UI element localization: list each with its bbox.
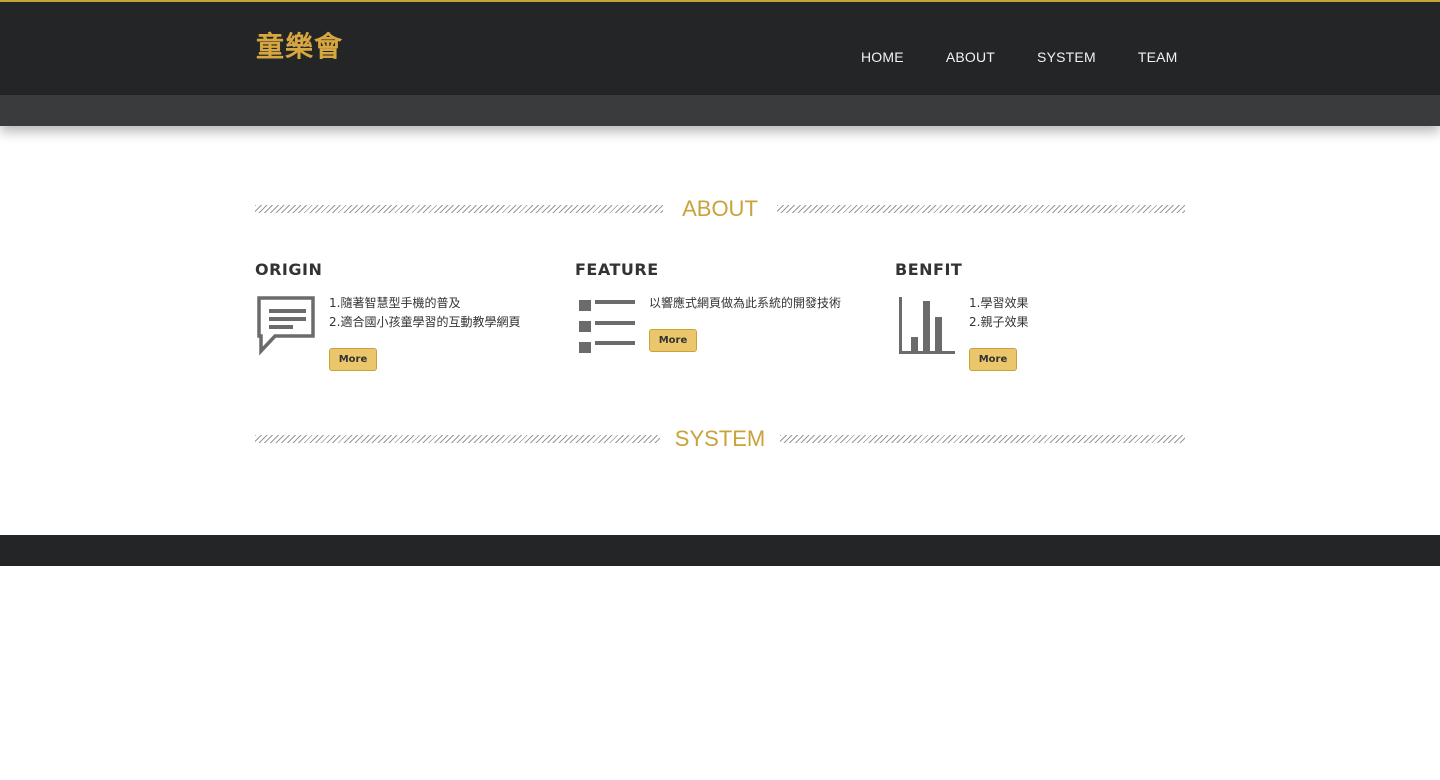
benfit-line-2: 2.親子效果 (969, 315, 1029, 329)
speech-bubble-icon (257, 296, 315, 356)
origin-line-2: 2.適合國小孩童學習的互動教學網頁 (329, 315, 521, 329)
origin-description: 1.隨著智慧型手機的普及 2.適合國小孩童學習的互動教學網頁 (329, 294, 555, 332)
benfit-title: BENFIT (895, 260, 963, 279)
nav-home[interactable]: HOME (861, 49, 904, 65)
about-section-title: ABOUT (682, 196, 758, 221)
main-nav: HOME ABOUT SYSTEM TEAM (861, 49, 1178, 65)
benfit-line-1: 1.學習效果 (969, 296, 1029, 310)
nav-about[interactable]: ABOUT (946, 49, 995, 65)
system-section-heading: SYSTEM (255, 424, 1185, 454)
benfit-more-button[interactable]: More (969, 348, 1017, 371)
origin-column: ORIGIN 1.隨著智慧型手機的普及 2.適合國小孩童學習的互動教學網頁 Mo… (255, 260, 555, 371)
site-logo[interactable]: 童樂會 (256, 30, 343, 64)
system-section-title: SYSTEM (674, 426, 766, 451)
feature-title: FEATURE (575, 260, 659, 279)
origin-line-1: 1.隨著智慧型手機的普及 (329, 296, 461, 310)
about-section-heading: ABOUT (255, 194, 1185, 224)
nav-team[interactable]: TEAM (1138, 49, 1178, 65)
feature-column: FEATURE 以響應式網頁做為此系統的開發技術 More (575, 260, 875, 353)
feature-line-1: 以響應式網頁做為此系統的開發技術 (649, 296, 842, 310)
bar-chart-icon (899, 297, 955, 354)
nav-system[interactable]: SYSTEM (1037, 49, 1096, 65)
benfit-column: BENFIT 1.學習效果 2.親子效果 More (895, 260, 1195, 371)
list-icon (579, 300, 635, 353)
top-navigation-bar: 童樂會 HOME ABOUT SYSTEM TEAM (0, 0, 1440, 95)
footer-bar (0, 535, 1440, 566)
origin-more-button[interactable]: More (329, 348, 377, 371)
origin-title: ORIGIN (255, 260, 323, 279)
header-sub-bar (0, 95, 1440, 126)
feature-description: 以響應式網頁做為此系統的開發技術 (649, 294, 875, 313)
benfit-description: 1.學習效果 2.親子效果 (969, 294, 1195, 332)
feature-more-button[interactable]: More (649, 329, 697, 352)
